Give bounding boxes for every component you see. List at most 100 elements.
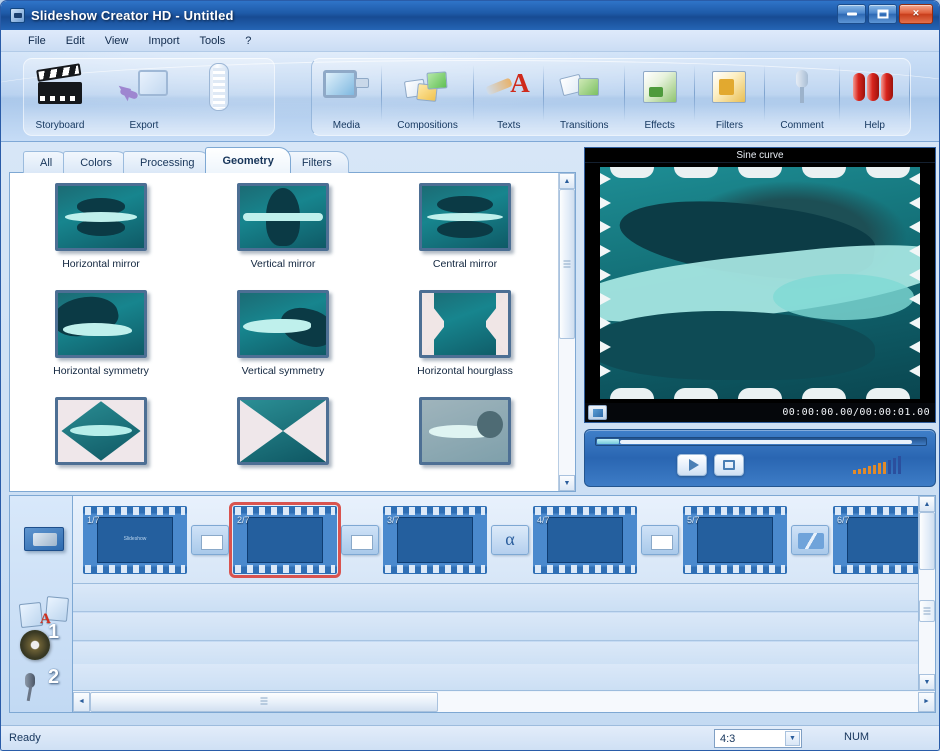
microphone-icon	[794, 63, 810, 111]
menu-item-help[interactable]: ?	[236, 32, 260, 50]
toolbar-label-effects: Effects	[644, 120, 675, 131]
audio-track-1-icon[interactable]	[20, 630, 50, 660]
timeline-panel: A 1 2 1/7 Slideshow 2/7 3/7 α 4/7 5/7 6/…	[9, 495, 936, 713]
effect-item-vertical-mirror[interactable]: Vertical mirror	[192, 183, 374, 290]
help-icon	[852, 63, 897, 111]
scrollbar-track[interactable]	[559, 189, 575, 475]
scroll-up-icon[interactable]: ▲	[559, 173, 575, 189]
slide-thumbnail: Slideshow	[97, 516, 173, 563]
text-track[interactable]	[73, 613, 918, 641]
slides-track-icon[interactable]	[24, 527, 64, 551]
slide-number: 3/7	[387, 514, 400, 525]
timeline-vertical-scrollbar[interactable]: ▲ ▼	[918, 496, 935, 690]
menu-item-edit[interactable]: Edit	[57, 32, 94, 50]
effect-item-horizontal-mirror[interactable]: Horizontal mirror	[10, 183, 192, 290]
snapshot-icon[interactable]	[588, 405, 607, 420]
slide-number: 4/7	[537, 514, 550, 525]
toolbar-button-media[interactable]: Media	[312, 59, 381, 133]
timeline-horizontal-scrollbar[interactable]: ◄ ►	[73, 690, 935, 712]
toolbar-button-compositions[interactable]: Compositions	[382, 59, 474, 133]
toolbar-button-filters[interactable]: Filters	[695, 59, 764, 133]
menu-item-file[interactable]: File	[19, 32, 55, 50]
audio-track-2[interactable]	[73, 664, 918, 692]
hscrollbar-track[interactable]	[90, 691, 918, 712]
scrollbar-track[interactable]	[919, 512, 935, 674]
toolbar-button-transitions[interactable]: Transitions	[544, 59, 624, 133]
transition-icon-5[interactable]	[791, 524, 829, 555]
menu-item-import[interactable]: Import	[139, 32, 188, 50]
chevron-down-icon[interactable]: ▼	[785, 731, 800, 746]
transition-icon-3[interactable]	[491, 524, 529, 555]
slide-thumbnail	[247, 516, 323, 563]
window-title: Slideshow Creator HD - Untitled	[31, 8, 234, 23]
effects-tab-strip: All Colors Processing Geometry Filters	[9, 147, 576, 173]
menu-item-view[interactable]: View	[96, 32, 138, 50]
hscroll-right-icon[interactable]: ►	[918, 691, 935, 712]
transitions-track[interactable]	[73, 584, 918, 612]
filters-icon	[712, 63, 747, 111]
effect-item-row3-2[interactable]	[192, 397, 374, 491]
timeline-scroll-up-icon[interactable]: ▲	[919, 496, 935, 512]
timeline-slide-5[interactable]: 5/7	[683, 505, 787, 574]
toolbar-button-export[interactable]: Export	[96, 59, 192, 133]
maximize-button[interactable]	[868, 4, 897, 24]
timeline-scroll-down-icon[interactable]: ▼	[919, 674, 935, 690]
slides-track: 1/7 Slideshow 2/7 3/7 α 4/7 5/7 6/7	[73, 496, 918, 584]
volume-meter-icon[interactable]	[853, 456, 901, 474]
effect-item-horizontal-hourglass[interactable]: Horizontal hourglass	[374, 290, 556, 397]
timeline-slide-4[interactable]: 4/7	[533, 505, 637, 574]
timeline-tracks: 1/7 Slideshow 2/7 3/7 α 4/7 5/7 6/7	[73, 496, 918, 692]
timeline-slide-2[interactable]: 2/7	[229, 501, 341, 578]
transition-icon-2[interactable]	[341, 524, 379, 555]
tab-label-processing: Processing	[140, 156, 195, 169]
toolbar-button-storyboard[interactable]: Storyboard	[24, 59, 96, 133]
preview-stage[interactable]	[585, 163, 935, 403]
audio-track-2-icon[interactable]	[22, 673, 38, 703]
effect-item-vertical-symmetry[interactable]: Vertical symmetry	[192, 290, 374, 397]
hscroll-left-icon[interactable]: ◄	[73, 691, 90, 712]
clapperboard-icon	[36, 63, 82, 111]
transition-icon-4[interactable]	[641, 524, 679, 555]
toolbar-button-help[interactable]: Help	[840, 59, 909, 133]
seek-track[interactable]	[620, 440, 912, 444]
toolbar-label-storyboard: Storyboard	[35, 120, 85, 131]
toolbar-button-texts[interactable]: A Texts	[474, 59, 543, 133]
toolbar-button-filmstrip[interactable]	[192, 59, 246, 133]
scrollbar-thumb-secondary[interactable]	[919, 600, 935, 622]
transport-panel	[584, 429, 936, 487]
effect-item-horizontal-symmetry[interactable]: Horizontal symmetry	[10, 290, 192, 397]
timeline-slide-6[interactable]: 6/7	[833, 505, 918, 574]
menu-item-tools[interactable]: Tools	[191, 32, 235, 50]
tab-processing[interactable]: Processing	[123, 151, 212, 173]
stop-button[interactable]	[714, 454, 744, 476]
transitions-text-track-icon[interactable]: A	[18, 596, 70, 631]
tab-filters[interactable]: Filters	[284, 151, 349, 173]
timeline-slide-3[interactable]: 3/7	[383, 505, 487, 574]
effect-thumbnail	[55, 183, 147, 251]
tab-geometry[interactable]: Geometry	[205, 147, 291, 173]
effect-item-row3-1[interactable]	[10, 397, 192, 491]
scrollbar-thumb[interactable]	[559, 189, 575, 339]
toolbar-button-effects[interactable]: Effects	[625, 59, 694, 133]
sine-edge-bottom	[600, 388, 920, 399]
toolbar-button-comment[interactable]: Comment	[765, 59, 840, 133]
preview-title: Sine curve	[585, 148, 935, 163]
timeline-slide-1[interactable]: 1/7 Slideshow	[83, 505, 187, 574]
scroll-down-icon[interactable]: ▼	[559, 475, 575, 491]
effect-item-row3-3[interactable]	[374, 397, 556, 491]
transition-icon-1[interactable]	[191, 524, 229, 555]
play-button[interactable]	[677, 454, 707, 476]
seek-slider[interactable]	[595, 437, 927, 446]
aspect-ratio-select[interactable]: 4:3 ▼	[714, 729, 802, 748]
minimize-button[interactable]	[837, 4, 866, 24]
texts-icon: A	[485, 63, 532, 111]
effect-thumbnail	[55, 397, 147, 465]
hscrollbar-thumb[interactable]	[90, 691, 438, 712]
tab-label-geometry: Geometry	[222, 154, 274, 167]
effects-vertical-scrollbar[interactable]: ▲ ▼	[558, 173, 575, 491]
tab-colors[interactable]: Colors	[63, 151, 130, 173]
effect-item-central-mirror[interactable]: Central mirror	[374, 183, 556, 290]
sine-edge-top	[600, 167, 920, 178]
scrollbar-thumb[interactable]	[919, 512, 935, 570]
close-button[interactable]: ×	[899, 4, 933, 24]
